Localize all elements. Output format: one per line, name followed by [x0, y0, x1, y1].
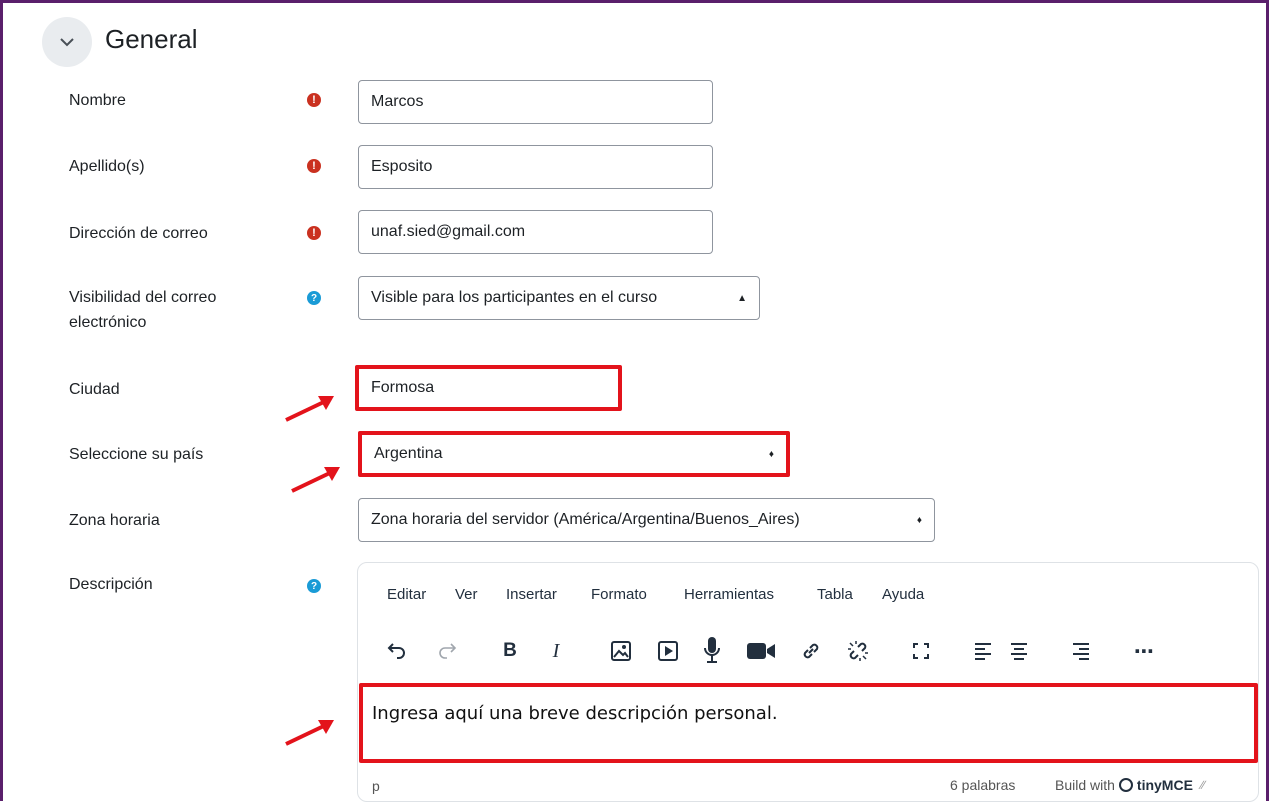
menu-herramientas[interactable]: Herramientas — [684, 586, 774, 603]
exclamation-circle-icon: ! — [307, 226, 321, 240]
ciudad-label: Ciudad — [69, 381, 120, 398]
pais-label: Seleccione su país — [69, 446, 204, 463]
resize-handle-icon[interactable]: ∕∕ — [1201, 778, 1205, 792]
descripcion-label: Descripción — [69, 576, 153, 593]
ciudad-input[interactable]: Formosa — [355, 365, 622, 411]
chevron-down-icon — [60, 38, 74, 47]
more-options-icon[interactable]: ⋯ — [1129, 637, 1159, 665]
brand-name: tinyMCE — [1136, 777, 1193, 793]
sort-caret-icon: ♦ — [768, 448, 774, 460]
menu-tabla[interactable]: Tabla — [817, 586, 853, 603]
rich-text-editor — [357, 562, 1259, 802]
collapse-section-button[interactable] — [42, 17, 92, 67]
country-select[interactable]: Argentina ♦ — [358, 431, 790, 477]
question-circle-icon[interactable]: ? — [307, 291, 321, 305]
description-text: Ingresa aquí una breve descripción perso… — [372, 703, 778, 724]
media-icon[interactable] — [653, 637, 683, 665]
apellido-label: Apellido(s) — [69, 158, 145, 175]
align-left-icon[interactable] — [968, 637, 998, 665]
email-visibility-select[interactable]: Visible para los participantes en el cur… — [358, 276, 760, 320]
section-title: General — [105, 24, 198, 54]
unlink-icon[interactable] — [843, 637, 873, 665]
sort-caret-icon: ▲ — [737, 292, 747, 304]
timezone-select[interactable]: Zona horaria del servidor (América/Argen… — [358, 498, 935, 542]
image-icon[interactable] — [606, 637, 636, 665]
microphone-icon[interactable] — [697, 634, 727, 666]
exclamation-circle-icon: ! — [307, 159, 321, 173]
menu-editar[interactable]: Editar — [387, 586, 426, 603]
red-arrow-icon — [291, 467, 340, 493]
nombre-label: Nombre — [69, 92, 126, 109]
link-icon[interactable] — [796, 637, 826, 665]
question-circle-icon[interactable]: ? — [307, 579, 321, 593]
branding-text: Build with — [1055, 777, 1115, 793]
zona-label: Zona horaria — [69, 512, 160, 529]
fullscreen-icon[interactable] — [906, 637, 936, 665]
undo-icon[interactable] — [382, 637, 412, 665]
italic-icon[interactable]: I — [541, 637, 571, 665]
sort-caret-icon: ♦ — [916, 514, 922, 526]
visibilidad-label: Visibilidad del correo electrónico — [69, 289, 217, 331]
align-right-icon[interactable] — [1066, 637, 1096, 665]
word-count[interactable]: 6 palabras — [950, 777, 1015, 793]
tinymce-logo-icon — [1118, 778, 1133, 792]
nombre-input[interactable]: Marcos — [358, 80, 713, 124]
menu-formato[interactable]: Formato — [591, 586, 647, 603]
red-arrow-icon — [285, 720, 334, 746]
red-arrow-icon — [285, 396, 334, 422]
redo-icon[interactable] — [432, 637, 462, 665]
status-path[interactable]: p — [372, 778, 380, 794]
exclamation-circle-icon: ! — [307, 93, 321, 107]
correo-label: Dirección de correo — [69, 225, 208, 242]
menu-insertar[interactable]: Insertar — [506, 586, 557, 603]
tinymce-branding[interactable]: Build with tinyMCE ∕∕ — [1055, 777, 1205, 793]
menu-ayuda[interactable]: Ayuda — [882, 586, 924, 603]
video-camera-icon[interactable] — [743, 637, 779, 665]
bold-icon[interactable]: B — [495, 637, 525, 665]
email-input[interactable]: unaf.sied@gmail.com — [358, 210, 713, 254]
apellido-input[interactable]: Esposito — [358, 145, 713, 189]
align-center-icon[interactable] — [1004, 637, 1034, 665]
description-content-area[interactable]: Ingresa aquí una breve descripción perso… — [359, 683, 1258, 763]
menu-ver[interactable]: Ver — [455, 586, 478, 603]
